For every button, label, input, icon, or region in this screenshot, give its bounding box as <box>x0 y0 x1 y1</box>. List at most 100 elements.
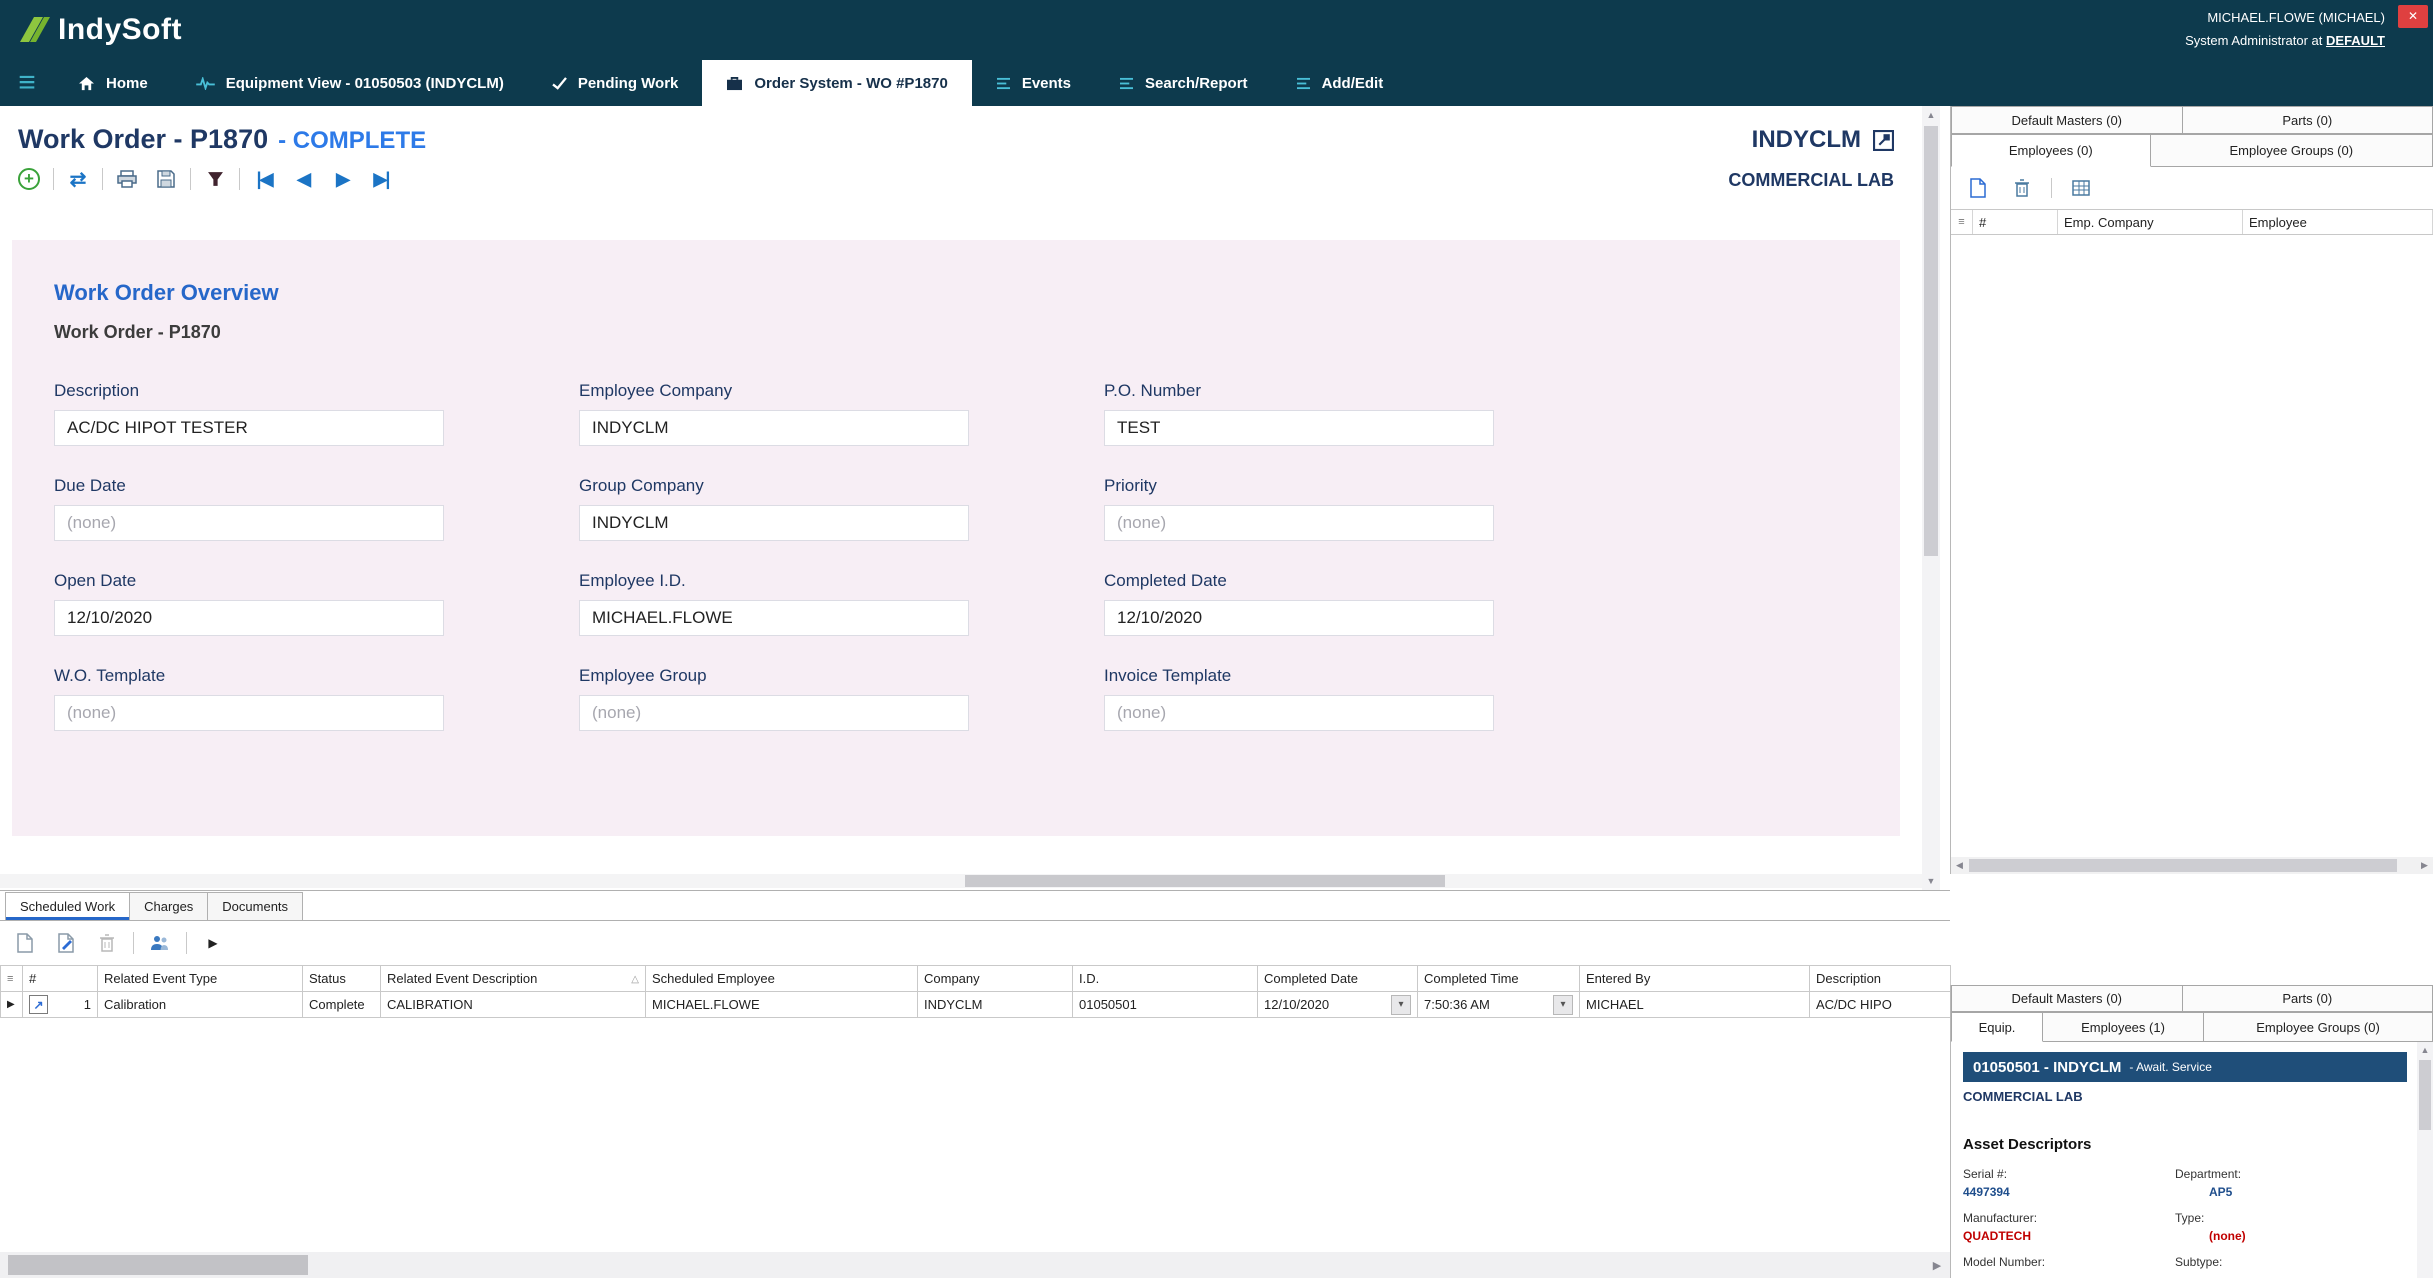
cell-description[interactable]: AC/DC HIPO <box>1810 992 1951 1018</box>
tab-charges[interactable]: Charges <box>129 892 208 920</box>
tab-employee-groups[interactable]: Employee Groups (0) <box>2150 134 2433 167</box>
tab-parts[interactable]: Parts (0) <box>2182 106 2433 134</box>
col-related-event-description[interactable]: △Related Event Description <box>381 966 646 992</box>
cell-completed-time[interactable]: 7:50:36 AM▾ <box>1418 992 1580 1018</box>
new-scheduled-work-button[interactable] <box>10 929 40 957</box>
cell-status[interactable]: Complete <box>303 992 381 1018</box>
tab-order-system[interactable]: Order System - WO #P1870 <box>702 60 971 106</box>
tab-employees[interactable]: Employees (0) <box>1951 134 2151 167</box>
add-button[interactable]: + <box>14 165 44 193</box>
po-number-input[interactable]: TEST <box>1104 410 1494 446</box>
tab-scheduled-work[interactable]: Scheduled Work <box>5 892 130 920</box>
tab-add-edit[interactable]: Add/Edit <box>1272 60 1408 106</box>
cell-num[interactable]: ↗1 <box>23 992 98 1018</box>
field-priority: Priority (none) <box>1104 476 1494 541</box>
col-employee[interactable]: Employee <box>2243 210 2433 234</box>
col-company[interactable]: Company <box>918 966 1073 992</box>
cell-entered-by[interactable]: MICHAEL <box>1580 992 1810 1018</box>
cell-scheduled-employee[interactable]: MICHAEL.FLOWE <box>646 992 918 1018</box>
tab-documents[interactable]: Documents <box>207 892 303 920</box>
tab-home[interactable]: Home <box>54 60 172 106</box>
tab-pending-work[interactable]: Pending Work <box>528 60 703 106</box>
scroll-right-icon[interactable]: ▶ <box>1926 1252 1948 1278</box>
col-id[interactable]: I.D. <box>1073 966 1258 992</box>
filter-button[interactable] <box>200 165 230 193</box>
employee-company-input[interactable]: INDYCLM <box>579 410 969 446</box>
col-num[interactable]: # <box>23 966 98 992</box>
delete-employee-button[interactable] <box>2007 174 2037 202</box>
delete-scheduled-work-button[interactable] <box>92 929 122 957</box>
group-company-input[interactable]: INDYCLM <box>579 505 969 541</box>
scroll-left-icon[interactable]: ◀ <box>1951 857 1968 874</box>
tab-default-masters-bottom[interactable]: Default Masters (0) <box>1951 985 2183 1012</box>
equipment-header-bar[interactable]: 01050501 - INDYCLM - Await. Service <box>1963 1052 2407 1082</box>
col-related-event-type[interactable]: Related Event Type <box>98 966 303 992</box>
tab-equip[interactable]: Equip. <box>1951 1012 2043 1042</box>
scroll-down-icon[interactable]: ▼ <box>1922 872 1940 890</box>
scrollbar-thumb[interactable] <box>965 875 1445 887</box>
close-button[interactable]: ✕ <box>2398 5 2428 28</box>
tab-search-report[interactable]: Search/Report <box>1095 60 1272 106</box>
invoice-template-input[interactable]: (none) <box>1104 695 1494 731</box>
grid-view-button[interactable] <box>2066 174 2096 202</box>
menu-icon[interactable]: ≡ <box>0 60 54 106</box>
tab-employee-groups-bottom[interactable]: Employee Groups (0) <box>2203 1012 2433 1042</box>
employees-horizontal-scrollbar[interactable]: ◀ ▶ <box>1951 857 2433 874</box>
col-description[interactable]: Description <box>1810 966 1951 992</box>
assign-employee-button[interactable] <box>145 929 175 957</box>
scrollbar-thumb[interactable] <box>2419 1060 2431 1130</box>
cell-completed-date[interactable]: 12/10/2020▾ <box>1258 992 1418 1018</box>
employee-group-input[interactable]: (none) <box>579 695 969 731</box>
date-dropdown-button[interactable]: ▾ <box>1391 995 1411 1015</box>
tab-employees-1[interactable]: Employees (1) <box>2042 1012 2204 1042</box>
scrollbar-thumb[interactable] <box>1924 126 1938 556</box>
col-completed-date[interactable]: Completed Date <box>1258 966 1418 992</box>
time-dropdown-button[interactable]: ▾ <box>1553 995 1573 1015</box>
scrollbar-thumb[interactable] <box>8 1255 308 1275</box>
next-record-button[interactable]: ▶ <box>327 165 357 193</box>
tab-events[interactable]: Events <box>972 60 1095 106</box>
scroll-up-icon[interactable]: ▲ <box>1922 106 1940 124</box>
equipment-vertical-scrollbar[interactable]: ▲ <box>2417 1042 2433 1278</box>
scrollbar-thumb[interactable] <box>1969 859 2397 872</box>
col-scheduled-employee[interactable]: Scheduled Employee <box>646 966 918 992</box>
tab-parts-bottom[interactable]: Parts (0) <box>2182 985 2433 1012</box>
print-button[interactable] <box>112 165 142 193</box>
col-entered-by[interactable]: Entered By <box>1580 966 1810 992</box>
save-button[interactable] <box>151 165 181 193</box>
tab-default-masters[interactable]: Default Masters (0) <box>1951 106 2183 134</box>
open-record-button[interactable]: ↗ <box>29 995 48 1014</box>
default-system-link[interactable]: DEFAULT <box>2326 33 2385 48</box>
scroll-up-icon[interactable]: ▲ <box>2417 1042 2433 1058</box>
scroll-right-icon[interactable]: ▶ <box>2416 857 2433 874</box>
expand-button[interactable]: ▶ <box>198 929 228 957</box>
cell-company[interactable]: INDYCLM <box>918 992 1073 1018</box>
col-num[interactable]: # <box>1973 210 2058 234</box>
employees-grid-body[interactable] <box>1951 235 2433 857</box>
scheduled-work-row[interactable]: ▶ ↗1 Calibration Complete CALIBRATION MI… <box>1 992 1951 1018</box>
col-status[interactable]: Status <box>303 966 381 992</box>
main-horizontal-scrollbar[interactable] <box>0 874 1922 888</box>
first-record-button[interactable]: |◀ <box>249 165 279 193</box>
col-completed-time[interactable]: Completed Time <box>1418 966 1580 992</box>
completed-date-input[interactable]: 12/10/2020 <box>1104 600 1494 636</box>
workflow-button[interactable]: ⇄ <box>63 165 93 193</box>
tab-equipment-view[interactable]: Equipment View - 01050503 (INDYCLM) <box>172 60 528 106</box>
company-window-icon[interactable] <box>1873 130 1894 151</box>
bottom-horizontal-scrollbar[interactable]: ▶ <box>0 1252 1950 1278</box>
last-record-button[interactable]: ▶| <box>366 165 396 193</box>
wo-template-input[interactable]: (none) <box>54 695 444 731</box>
edit-scheduled-work-button[interactable] <box>51 929 81 957</box>
employee-id-input[interactable]: MICHAEL.FLOWE <box>579 600 969 636</box>
due-date-input[interactable]: (none) <box>54 505 444 541</box>
description-input[interactable]: AC/DC HIPOT TESTER <box>54 410 444 446</box>
col-emp-company[interactable]: Emp. Company <box>2058 210 2243 234</box>
priority-input[interactable]: (none) <box>1104 505 1494 541</box>
prev-record-button[interactable]: ◀ <box>288 165 318 193</box>
cell-id[interactable]: 01050501 <box>1073 992 1258 1018</box>
cell-related-event-description[interactable]: CALIBRATION <box>381 992 646 1018</box>
new-employee-button[interactable] <box>1963 174 1993 202</box>
main-vertical-scrollbar[interactable]: ▲ ▼ <box>1922 106 1940 890</box>
cell-related-event-type[interactable]: Calibration <box>98 992 303 1018</box>
open-date-input[interactable]: 12/10/2020 <box>54 600 444 636</box>
